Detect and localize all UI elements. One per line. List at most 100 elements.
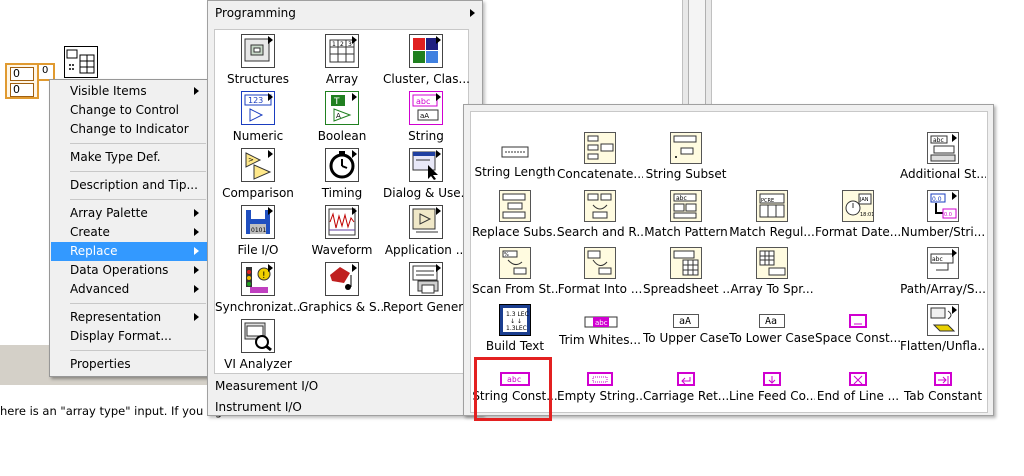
- palette-item-label: Number/Stri...: [900, 225, 986, 239]
- palette-item-timing[interactable]: Timing: [299, 148, 385, 200]
- palette-item-vi-analyzer[interactable]: VI Analyzer: [215, 319, 301, 371]
- palette-item-structures[interactable]: Structures: [215, 34, 301, 86]
- menu-item-change-to-indicator[interactable]: Change to Indicator: [51, 120, 207, 139]
- menu-item-instrument-io[interactable]: Instrument I/O: [215, 400, 302, 414]
- vi-node-icon[interactable]: [64, 46, 98, 78]
- palette-item-boolean[interactable]: TA Boolean: [299, 91, 385, 143]
- palette-item-report-generation[interactable]: Report Gener...: [383, 262, 469, 314]
- submenu-arrow-icon: [194, 247, 199, 255]
- palette-item-dialog[interactable]: Dialog & Use...: [383, 148, 469, 200]
- palette-item-array-to-spreadsheet[interactable]: Array To Spr...: [729, 247, 815, 296]
- palette-item-to-lower-case[interactable]: Aa To Lower Case: [729, 304, 815, 345]
- menu-item-label: Properties: [70, 357, 131, 371]
- menu-item-change-to-control[interactable]: Change to Control: [51, 101, 207, 120]
- palette-item-string[interactable]: abc aA String: [383, 91, 469, 143]
- scan-from-string-icon: %: [499, 247, 531, 279]
- palette-item-spreadsheet[interactable]: Spreadsheet ...: [643, 247, 729, 296]
- svg-text:abc: abc: [932, 256, 943, 263]
- palette-item-cluster[interactable]: Cluster, Clas...: [383, 34, 469, 86]
- programming-palette: Programming Structures 123 Array Cluster…: [207, 0, 483, 416]
- menu-item-description-tip[interactable]: Description and Tip...: [51, 176, 207, 195]
- structures-icon: [241, 34, 275, 68]
- chevron-right-icon[interactable]: [470, 9, 475, 17]
- end-of-line-icon: [849, 372, 867, 386]
- palette-item-application[interactable]: Application ...: [383, 205, 469, 257]
- palette-item-match-regex[interactable]: PCRE Match Regul...: [729, 190, 815, 239]
- match-regex-icon: PCRE: [756, 190, 788, 222]
- menu-item-properties[interactable]: Properties: [51, 355, 207, 374]
- palette-item-array[interactable]: 123 Array: [299, 34, 385, 86]
- palette-item-path-array[interactable]: abc Path/Array/S...: [900, 247, 986, 296]
- menu-item-create[interactable]: Create: [51, 223, 207, 242]
- context-menu: Visible Items Change to Control Change t…: [49, 79, 209, 377]
- palette-item-scan-from-string[interactable]: % Scan From St...: [472, 247, 558, 296]
- menu-item-label: Description and Tip...: [70, 178, 198, 192]
- palette-item-build-text[interactable]: 1.3 LEC ↓ ↓ 1.3LEC Build Text: [472, 304, 558, 353]
- menu-item-replace[interactable]: Replace: [51, 242, 207, 261]
- palette-item-numeric[interactable]: 123 Numeric: [215, 91, 301, 143]
- dialog-icon: [409, 148, 443, 182]
- palette-item-label: String: [408, 129, 444, 143]
- palette-item-carriage-return[interactable]: Carriage Ret...: [643, 362, 729, 403]
- palette-item-space-constant[interactable]: Space Const...: [815, 304, 901, 345]
- palette-item-label: File I/O: [237, 243, 279, 257]
- palette-item-graphics-sound[interactable]: Graphics & S...: [299, 262, 385, 314]
- svg-text:0.0: 0.0: [932, 196, 942, 203]
- menu-item-label: Replace: [70, 244, 118, 258]
- svg-text:%: %: [504, 252, 509, 258]
- menu-item-display-format[interactable]: Display Format...: [51, 327, 207, 346]
- palette-item-synchronization[interactable]: ! Synchronizat...: [215, 262, 301, 314]
- palette-item-end-of-line[interactable]: End of Line ...: [815, 362, 901, 403]
- palette-item-line-feed[interactable]: Line Feed Co...: [729, 362, 815, 403]
- menu-item-array-palette[interactable]: Array Palette: [51, 204, 207, 223]
- array-control[interactable]: 0 0: [5, 63, 39, 99]
- svg-text:abc: abc: [933, 137, 944, 144]
- concatenate-icon: [584, 132, 616, 164]
- space-constant-icon: [849, 314, 867, 328]
- menu-item-measurement-io[interactable]: Measurement I/O: [215, 379, 318, 393]
- palette-item-file-io[interactable]: 0101 File I/O: [215, 205, 301, 257]
- palette-item-comparison[interactable]: > Comparison: [215, 148, 301, 200]
- carriage-return-icon: [677, 372, 695, 386]
- menu-item-label: Change to Control: [70, 103, 179, 117]
- palette-item-label: Concatenate...: [557, 167, 643, 181]
- menu-item-label: Advanced: [70, 282, 130, 296]
- palette-item-match-pattern[interactable]: abc Match Pattern: [643, 190, 729, 239]
- svg-text:0101: 0101: [251, 227, 266, 234]
- palette-item-label: Replace Subs...: [472, 225, 558, 239]
- submenu-arrow-icon: [194, 228, 199, 236]
- array-element-1[interactable]: 0: [10, 67, 34, 81]
- palette-item-trim-whitespace[interactable]: abc Trim Whites...: [557, 304, 643, 347]
- trim-whitespace-icon: abc: [584, 314, 618, 330]
- palette-item-label: Numeric: [232, 129, 284, 143]
- array-index-value: 0: [42, 65, 49, 76]
- svg-text:A: A: [336, 112, 341, 120]
- menu-item-visible-items[interactable]: Visible Items: [51, 82, 207, 101]
- palette-item-tab-constant[interactable]: Tab Constant: [900, 362, 986, 403]
- palette-item-empty-string[interactable]: Empty String...: [557, 362, 643, 403]
- palette-item-label: Flatten/Unfla...: [900, 339, 986, 353]
- palette-item-to-upper-case[interactable]: aA To Upper Case: [643, 304, 729, 345]
- palette-item-number-string[interactable]: 0.0 0.0 Number/Stri...: [900, 190, 986, 239]
- palette-item-additional-string[interactable]: abc Additional St...: [900, 132, 986, 181]
- glyph-Aa: Aa: [765, 316, 778, 327]
- to-lower-case-icon: Aa: [759, 314, 785, 328]
- palette-item-concatenate[interactable]: Concatenate...: [557, 132, 643, 181]
- palette-item-waveform[interactable]: Waveform: [299, 205, 385, 257]
- menu-item-make-type-def[interactable]: Make Type Def.: [51, 148, 207, 167]
- array-element-2[interactable]: 0: [10, 83, 34, 97]
- palette-item-replace-substring[interactable]: Replace Subs...: [472, 190, 558, 239]
- line-feed-icon: [763, 372, 781, 386]
- palette-item-string-subset[interactable]: String Subset: [643, 132, 729, 181]
- palette-item-format-into[interactable]: Format Into ...: [557, 247, 643, 296]
- palette-item-format-date[interactable]: JAN 18:01 Format Date...: [815, 190, 901, 239]
- palette-item-label: To Upper Case: [643, 331, 729, 345]
- menu-item-advanced[interactable]: Advanced: [51, 280, 207, 299]
- menu-item-data-operations[interactable]: Data Operations: [51, 261, 207, 280]
- palette-item-search-replace[interactable]: Search and R...: [557, 190, 643, 239]
- palette-item-string-length[interactable]: String Length: [472, 132, 558, 179]
- menu-item-representation[interactable]: Representation: [51, 308, 207, 327]
- palette-item-label: Line Feed Co...: [729, 389, 815, 403]
- palette-item-flatten[interactable]: Flatten/Unfla...: [900, 304, 986, 353]
- svg-text:JAN: JAN: [859, 197, 869, 203]
